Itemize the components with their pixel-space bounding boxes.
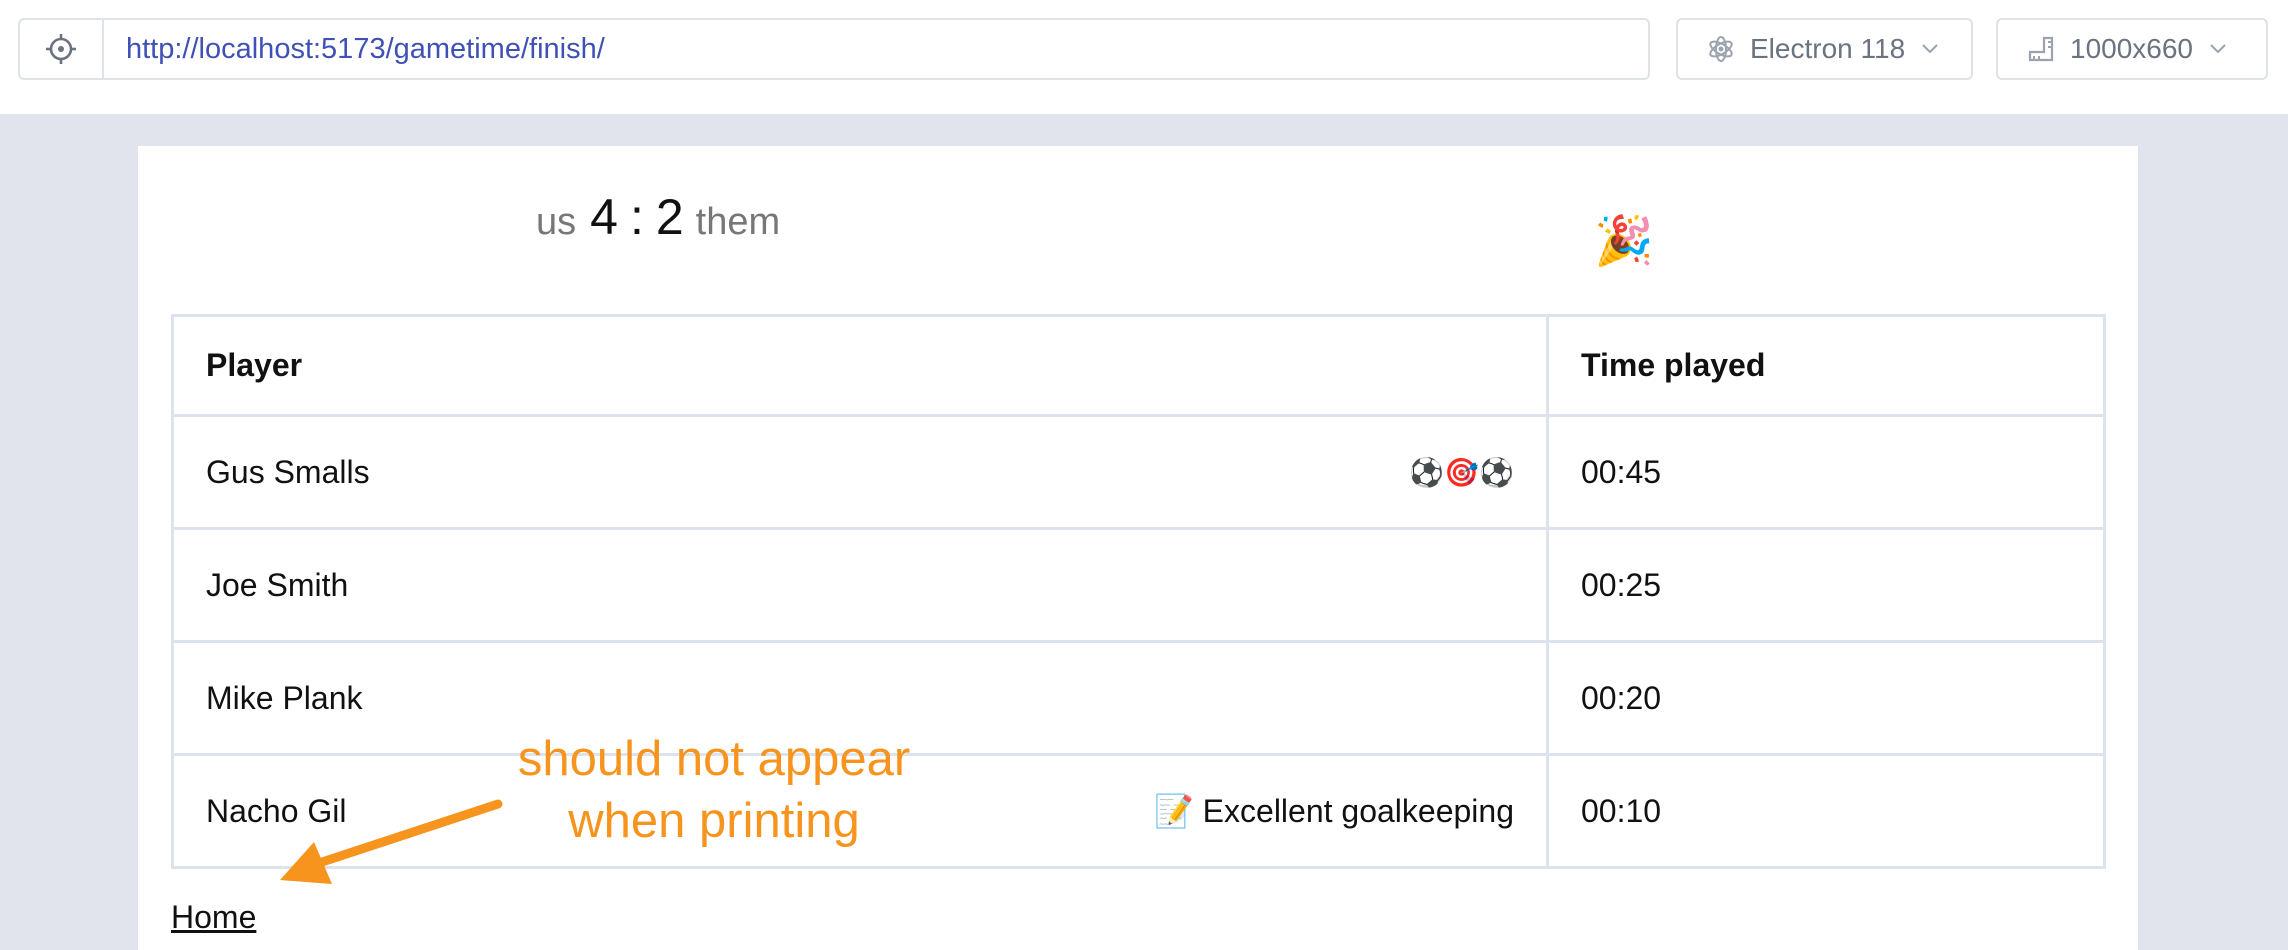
time-played-cell: 00:45 [1546, 414, 2106, 530]
browser-select[interactable]: Electron 118 [1676, 18, 1973, 80]
time-played-cell: 00:20 [1546, 640, 2106, 756]
player-name: Joe Smith [206, 566, 349, 603]
time-played-cell: 00:25 [1546, 527, 2106, 643]
browser-toolbar: http://localhost:5173/gametime/finish/ E… [0, 0, 2288, 114]
table-row: Mike Plank 00:20 [171, 640, 2106, 756]
player-cell: Gus Smalls ⚽🎯⚽ [171, 414, 1549, 530]
column-header-time-played: Time played [1546, 314, 2106, 417]
annotation-line-1: should not appear [517, 732, 911, 786]
viewport-select[interactable]: 1000x660 [1996, 18, 2268, 80]
party-popper-icon: 🎉 [1594, 215, 1654, 268]
ruler-icon [2026, 34, 2056, 64]
player-name: Gus Smalls [206, 453, 370, 490]
score-separator: : [629, 189, 644, 245]
away-team-label: them [695, 201, 781, 243]
table-row: Gus Smalls ⚽🎯⚽ 00:45 [171, 414, 2106, 530]
home-team-label: us [536, 201, 577, 243]
scoreline: us 4 : 2 them [536, 188, 780, 246]
viewport-select-label: 1000x660 [2070, 33, 2194, 64]
annotation-arrow-icon [280, 799, 503, 884]
away-score: 2 [655, 189, 684, 245]
player-events: ⚽🎯⚽ [1409, 456, 1514, 488]
crosshair-icon[interactable] [20, 20, 104, 78]
url-bar[interactable]: http://localhost:5173/gametime/finish/ [18, 18, 1650, 80]
home-score: 4 [590, 189, 618, 245]
print-annotation: should not appear when printing [498, 728, 930, 852]
chevron-down-icon [2209, 43, 2227, 55]
chevron-down-icon [1921, 43, 1939, 55]
home-link[interactable]: Home [171, 899, 256, 936]
table-header-row: Player Time played [171, 314, 2106, 417]
annotation-line-2: when printing [568, 794, 860, 848]
table-row: Joe Smith 00:25 [171, 527, 2106, 643]
browser-select-label: Electron 118 [1750, 33, 1906, 64]
url-text[interactable]: http://localhost:5173/gametime/finish/ [126, 20, 605, 78]
time-played-cell: 00:10 [1546, 753, 2106, 869]
players-table: Player Time played Gus Smalls ⚽🎯⚽ 00:45 [171, 314, 2106, 869]
column-header-player: Player [171, 314, 1549, 417]
player-note: 📝 Excellent goalkeeping [1153, 793, 1514, 829]
player-cell: Joe Smith [171, 527, 1549, 643]
player-name: Mike Plank [206, 679, 363, 716]
electron-icon [1706, 34, 1736, 64]
